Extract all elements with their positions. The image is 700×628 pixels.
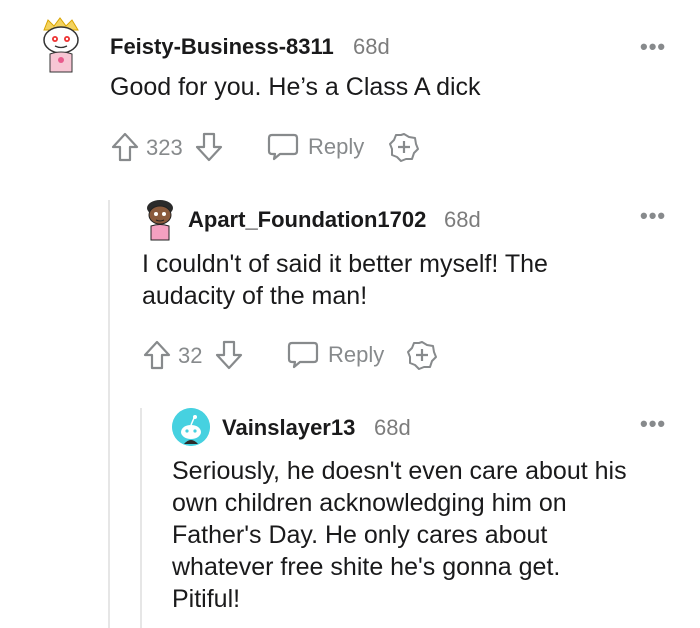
comment-body: I couldn't of said it better myself! The… bbox=[142, 248, 548, 312]
more-options-button[interactable]: ••• bbox=[640, 411, 666, 437]
comment-bubble-icon bbox=[266, 131, 300, 163]
award-button[interactable] bbox=[388, 131, 420, 163]
timestamp[interactable]: 68d bbox=[374, 415, 411, 441]
reply-button[interactable]: Reply bbox=[266, 131, 364, 163]
comment-line: own children acknowledging him on bbox=[172, 489, 567, 517]
username[interactable]: Feisty-Business-8311 bbox=[110, 34, 334, 60]
vote-count: 32 bbox=[178, 343, 203, 368]
snoo-avatar-icon bbox=[43, 17, 79, 73]
arrow-up-icon bbox=[110, 131, 140, 163]
snoo-avatar-icon bbox=[147, 200, 173, 241]
thread-line-level-2[interactable] bbox=[140, 408, 142, 628]
upvote-button[interactable] bbox=[110, 131, 140, 163]
thread-line-level-1[interactable] bbox=[108, 200, 110, 628]
comment-line: Good for you. He’s a Class A dick bbox=[110, 73, 481, 101]
arrow-down-icon bbox=[214, 339, 244, 371]
more-options-button[interactable]: ••• bbox=[640, 34, 666, 60]
award-plus-icon bbox=[388, 131, 420, 163]
upvote-button[interactable] bbox=[142, 339, 172, 371]
avatar[interactable] bbox=[144, 198, 176, 242]
comment-line: whatever free shite he's gonna get. bbox=[172, 553, 561, 581]
reply-label: Reply bbox=[308, 134, 365, 159]
reply-button[interactable]: Reply bbox=[286, 339, 384, 371]
downvote-button[interactable] bbox=[194, 131, 224, 163]
comment-line: Seriously, he doesn't even care about hi… bbox=[172, 457, 627, 485]
comment-body: Seriously, he doesn't even care about hi… bbox=[172, 455, 627, 615]
avatar[interactable] bbox=[172, 408, 210, 446]
award-button[interactable] bbox=[406, 339, 438, 371]
comment-line: I couldn't of said it better myself! The bbox=[142, 250, 548, 278]
comment-bubble-icon bbox=[286, 339, 320, 371]
more-options-button[interactable]: ••• bbox=[640, 203, 666, 229]
timestamp[interactable]: 68d bbox=[444, 207, 481, 233]
comment-line: Pitiful! bbox=[172, 585, 241, 613]
reply-label: Reply bbox=[328, 342, 385, 367]
comment-line: audacity of the man! bbox=[142, 282, 368, 310]
downvote-button[interactable] bbox=[214, 339, 244, 371]
comment-line: Father's Day. He only cares about bbox=[172, 521, 548, 549]
username[interactable]: Apart_Foundation1702 bbox=[188, 207, 426, 233]
arrow-up-icon bbox=[142, 339, 172, 371]
vote-count: 323 bbox=[146, 135, 183, 160]
arrow-down-icon bbox=[194, 131, 224, 163]
username[interactable]: Vainslayer13 bbox=[222, 415, 355, 441]
avatar[interactable] bbox=[38, 16, 84, 76]
snoo-default-avatar-icon bbox=[172, 408, 210, 446]
comment-body: Good for you. He’s a Class A dick bbox=[110, 71, 481, 103]
timestamp[interactable]: 68d bbox=[353, 34, 390, 60]
award-plus-icon bbox=[406, 339, 438, 371]
